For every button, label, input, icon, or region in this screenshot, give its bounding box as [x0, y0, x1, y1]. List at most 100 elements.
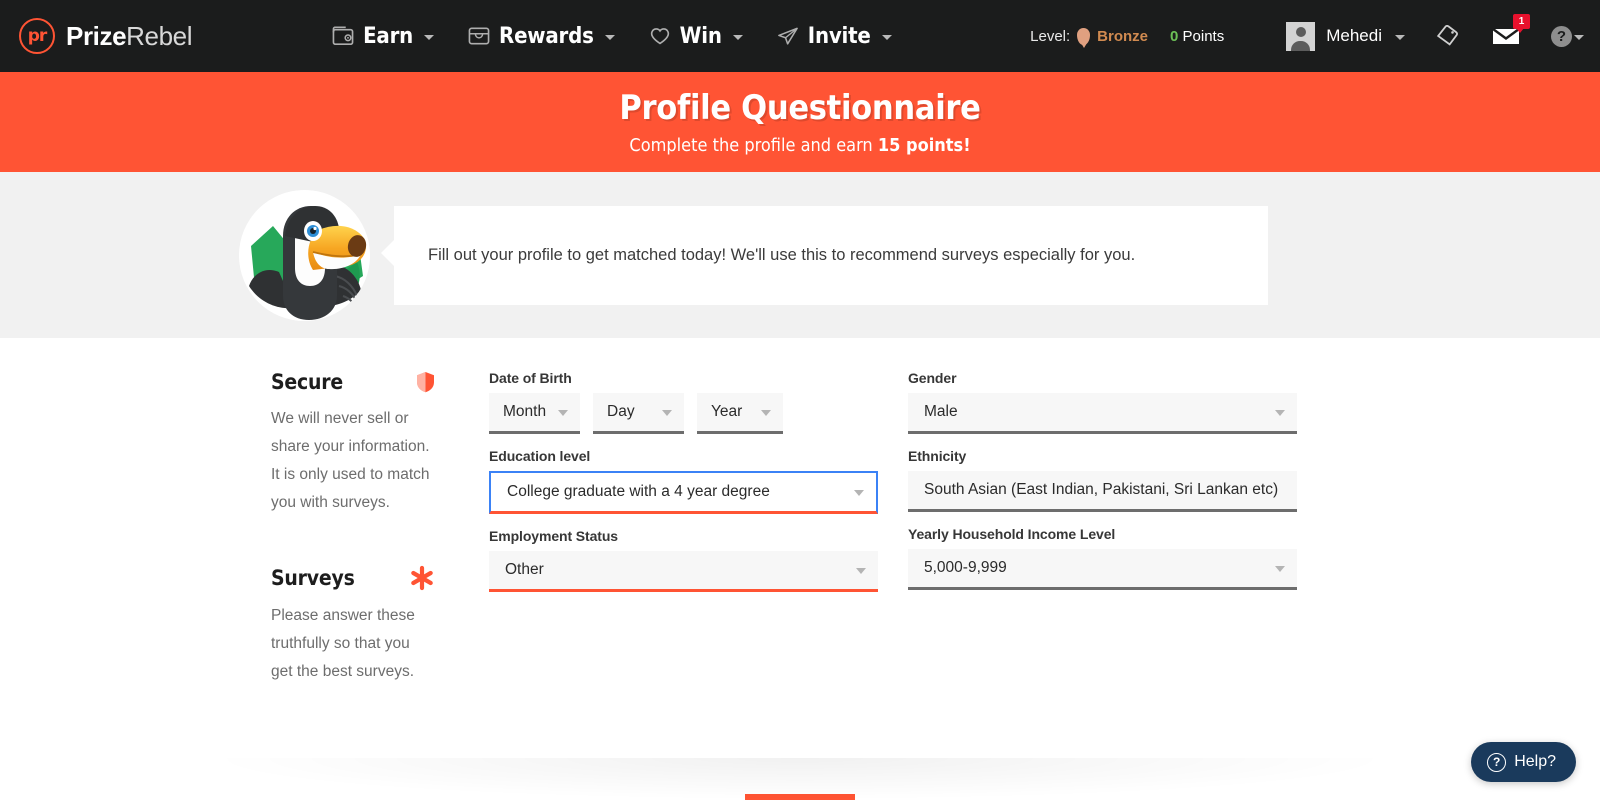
select-education-level[interactable]: College graduate with a 4 year degree: [489, 471, 878, 514]
avatar: [1286, 21, 1316, 51]
intro-speech-bubble: Fill out your profile to get matched tod…: [381, 205, 1268, 305]
header-right-cluster: Level: Bronze 0 Points Mehedi 1 ?: [1030, 0, 1584, 72]
paper-plane-icon: [777, 27, 798, 45]
chevron-down-icon: [1275, 566, 1285, 572]
subtitle-prefix: Complete the profile and earn: [629, 135, 878, 156]
info-block-secure: Secure We will never sell or share your …: [271, 370, 435, 517]
page-subtitle: Complete the profile and earn 15 points!: [629, 135, 970, 156]
continue-button-wrap: Continue: [0, 794, 1600, 800]
points-value: 0: [1170, 27, 1179, 45]
nav-item-win[interactable]: Win: [649, 24, 743, 49]
points-label: Points: [1182, 27, 1225, 45]
ticket-icon: [1436, 25, 1458, 46]
select-birth-month[interactable]: Month: [489, 393, 580, 434]
select-birth-day[interactable]: Day: [593, 393, 684, 434]
select-employment-status-value: Other: [505, 561, 544, 578]
toucan-mascot: [239, 189, 370, 321]
select-employment-status[interactable]: Other: [489, 551, 878, 592]
field-ethnicity: Ethnicity South Asian (East Indian, Paki…: [908, 448, 1297, 512]
select-gender[interactable]: Male: [908, 393, 1297, 434]
select-birth-year[interactable]: Year: [697, 393, 783, 434]
question-mark-icon: ?: [1551, 25, 1572, 47]
chevron-down-icon: [854, 490, 864, 496]
main-navigation: Earn Rewards Win Invite: [332, 24, 892, 49]
field-education-level: Education level College graduate with a …: [489, 448, 878, 514]
chevron-down-icon: [1574, 35, 1584, 40]
help-menu-button[interactable]: ?: [1551, 25, 1584, 47]
chevron-down-icon: [881, 35, 892, 40]
info-text-surveys: Please answer these truthfully so that y…: [271, 607, 415, 680]
select-birth-year-value: Year: [711, 403, 743, 420]
nav-item-invite[interactable]: Invite: [777, 24, 892, 49]
form-column-right: Gender Male Ethnicity South Asian (East …: [908, 370, 1297, 734]
select-ethnicity-value: South Asian (East Indian, Pakistani, Sri…: [924, 481, 1279, 498]
info-sidebar: Secure We will never sell or share your …: [271, 370, 435, 734]
rewards-ticket-button[interactable]: [1435, 25, 1461, 47]
select-birth-month-value: Month: [503, 403, 547, 420]
messages-button[interactable]: 1: [1491, 14, 1530, 47]
field-household-income: Yearly Household Income Level 5,000-9,99…: [908, 526, 1297, 590]
toucan-illustration: [239, 189, 370, 321]
select-household-income[interactable]: 5,000-9,999: [908, 549, 1297, 590]
chevron-down-icon: [1395, 35, 1405, 40]
continue-button[interactable]: Continue: [745, 794, 855, 800]
info-block-surveys-header: Surveys: [271, 565, 435, 591]
label-gender: Gender: [908, 370, 957, 386]
chevron-down-icon: [558, 410, 568, 416]
info-title-surveys: Surveys: [271, 566, 355, 590]
brand-wordmark: PrizeRebel: [66, 21, 192, 52]
select-ethnicity[interactable]: South Asian (East Indian, Pakistani, Sri…: [908, 471, 1297, 512]
select-birth-day-value: Day: [607, 403, 635, 420]
inbox-icon: [468, 27, 490, 45]
intro-message: Fill out your profile to get matched tod…: [428, 245, 1136, 264]
help-widget-button[interactable]: ? Help?: [1471, 742, 1576, 782]
points-indicator: 0 Points: [1170, 28, 1224, 45]
prizerebel-logo-icon: pr: [19, 18, 55, 54]
user-name: Mehedi: [1326, 26, 1382, 45]
heart-icon: [650, 28, 669, 45]
profile-form: Date of Birth Month Day Year Education l…: [489, 370, 1600, 734]
subtitle-points: 15 points!: [877, 135, 971, 156]
help-widget-label: Help?: [1514, 753, 1556, 770]
nav-label-invite: Invite: [807, 23, 871, 49]
wallet-icon: [332, 26, 354, 45]
nav-label-earn: Earn: [363, 23, 414, 49]
nav-item-earn[interactable]: Earn: [332, 23, 435, 49]
chevron-down-icon: [662, 410, 672, 416]
brand-logo-link[interactable]: pr PrizeRebel: [19, 18, 192, 54]
select-education-level-value: College graduate with a 4 year degree: [507, 483, 770, 500]
chevron-down-icon: [1275, 410, 1285, 416]
field-date-of-birth: Date of Birth Month Day Year: [489, 370, 878, 434]
dob-select-row: Month Day Year: [489, 393, 878, 434]
info-text-secure: We will never sell or share your informa…: [271, 410, 430, 511]
nav-item-rewards[interactable]: Rewards: [468, 24, 615, 49]
info-title-secure: Secure: [271, 370, 344, 394]
messages-badge: 1: [1513, 14, 1530, 33]
site-header: pr PrizeRebel Earn Rewards Win Invite Le…: [0, 0, 1600, 72]
brand-name-light: Rebel: [126, 20, 193, 51]
field-employment-status: Employment Status Other: [489, 528, 878, 592]
level-value: Bronze: [1097, 27, 1149, 45]
user-menu[interactable]: Mehedi: [1286, 21, 1405, 51]
label-date-of-birth: Date of Birth: [489, 370, 572, 386]
main-content: Secure We will never sell or share your …: [0, 338, 1600, 734]
select-household-income-value: 5,000-9,999: [924, 559, 1007, 576]
chevron-down-icon: [424, 35, 435, 40]
chevron-down-icon: [856, 568, 866, 574]
form-column-left: Date of Birth Month Day Year Education l…: [489, 370, 878, 734]
label-employment-status: Employment Status: [489, 528, 618, 544]
select-gender-value: Male: [924, 403, 958, 420]
label-education-level: Education level: [489, 448, 591, 464]
page-title: Profile Questionnaire: [619, 88, 981, 128]
intro-section: Fill out your profile to get matched tod…: [0, 172, 1600, 338]
chevron-down-icon: [604, 35, 615, 40]
label-ethnicity: Ethnicity: [908, 448, 967, 464]
label-household-income: Yearly Household Income Level: [908, 526, 1116, 542]
level-label: Level:: [1030, 27, 1071, 45]
chevron-down-icon: [732, 35, 743, 40]
bronze-badge-icon: [1077, 27, 1091, 48]
level-indicator: Level: Bronze: [1030, 27, 1149, 48]
field-gender: Gender Male: [908, 370, 1297, 434]
asterisk-icon: [411, 565, 433, 591]
chevron-down-icon: [761, 410, 771, 416]
